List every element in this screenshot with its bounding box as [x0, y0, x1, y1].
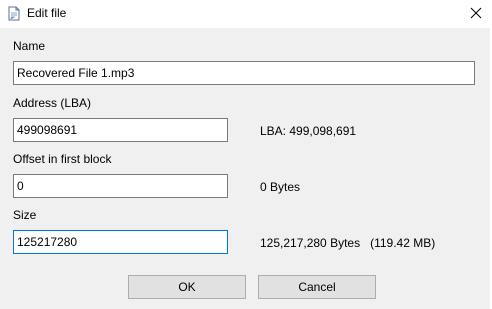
address-label: Address (LBA) — [13, 96, 92, 110]
ok-button[interactable]: OK — [128, 275, 246, 299]
cancel-button[interactable]: Cancel — [258, 275, 376, 299]
size-info: 125,217,280 Bytes (119.42 MB) — [260, 236, 436, 250]
name-input[interactable] — [13, 61, 475, 85]
offset-label: Offset in first block — [13, 152, 112, 166]
address-input[interactable] — [13, 118, 228, 142]
close-button[interactable] — [460, 0, 492, 28]
offset-input[interactable] — [13, 174, 228, 198]
title-bar: Edit file — [0, 0, 492, 28]
window-title: Edit file — [27, 6, 67, 20]
size-input[interactable] — [13, 230, 228, 254]
size-label: Size — [13, 208, 37, 222]
close-icon — [470, 7, 482, 22]
offset-info: 0 Bytes — [260, 180, 301, 194]
name-label: Name — [13, 39, 46, 53]
address-info: LBA: 499,098,691 — [260, 124, 357, 138]
edit-file-icon — [7, 6, 21, 21]
